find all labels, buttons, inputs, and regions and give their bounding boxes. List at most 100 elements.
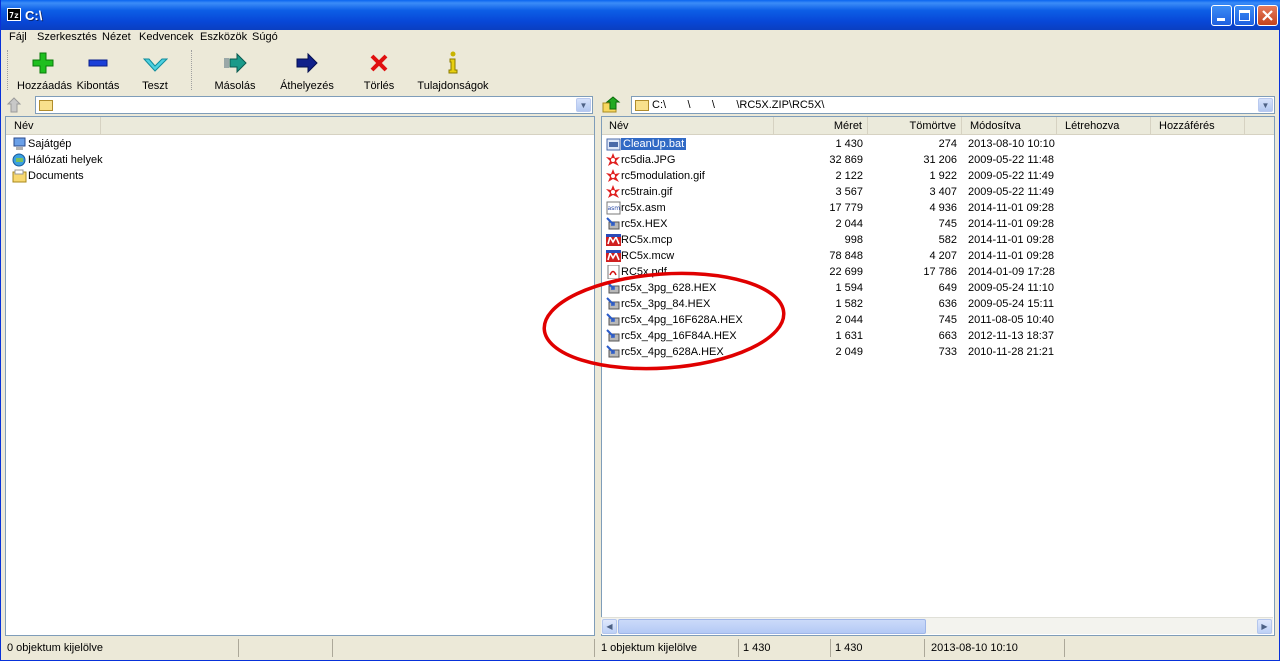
scroll-left-icon[interactable]: ◀ bbox=[602, 619, 617, 634]
table-row[interactable]: rc5x_4pg_16F84A.HEX 1 631 663 2012-11-13 18… bbox=[602, 328, 1274, 344]
file-size: 1 430 bbox=[835, 138, 863, 150]
file-modified: 2014-11-01 09:28 bbox=[968, 234, 1055, 246]
scrollbar-thumb[interactable] bbox=[618, 619, 926, 634]
file-name: rc5dia.JPG bbox=[621, 154, 676, 166]
left-path-combo[interactable]: ▼ bbox=[35, 96, 593, 114]
file-modified: 2009-05-24 15:11 bbox=[968, 298, 1055, 310]
my-computer-icon bbox=[13, 137, 26, 150]
right-file-list[interactable]: Név Méret Tömörtve Módosítva Létrehozva … bbox=[601, 116, 1275, 636]
delete-label: Törlés bbox=[363, 80, 395, 92]
table-row[interactable]: CleanUp.bat 1 430 274 2013-08-10 10:10 bbox=[602, 136, 1274, 152]
menu-help[interactable]: Súgó bbox=[252, 31, 278, 43]
table-row[interactable]: rc5dia.JPG 32 869 31 206 2009-05-22 11:48 bbox=[602, 152, 1274, 168]
folder-icon bbox=[39, 100, 53, 111]
file-name: rc5x_3pg_628.HEX bbox=[621, 282, 717, 294]
file-packed-size: 663 bbox=[938, 330, 957, 342]
column-header-name[interactable]: Név bbox=[602, 117, 774, 135]
title-bar[interactable]: 7z C:\ bbox=[1, 0, 1280, 30]
minimize-icon bbox=[1217, 18, 1225, 21]
hex-icon bbox=[606, 297, 620, 310]
minimize-button[interactable] bbox=[1211, 5, 1232, 26]
app-window: 7z C:\ Fájl Szerkesztés Nézet Kedvencek … bbox=[0, 0, 1280, 661]
left-file-list[interactable]: Név Sajátgép Hálózati helyek Documents bbox=[5, 116, 595, 636]
toolbar-grip[interactable] bbox=[7, 50, 10, 90]
check-icon bbox=[142, 58, 168, 72]
asm-icon: asm bbox=[606, 201, 621, 215]
scroll-right-icon[interactable]: ▶ bbox=[1257, 619, 1272, 634]
table-row[interactable]: RC5x.pdf 22 699 17 786 2014-01-09 17:28 bbox=[602, 264, 1274, 280]
table-row[interactable]: rc5train.gif 3 567 3 407 2009-05-22 11:49 bbox=[602, 184, 1274, 200]
move-button[interactable]: Áthelyezés bbox=[277, 50, 337, 92]
right-path-combo[interactable]: C:\ \ \ \RC5X.ZIP\RC5X\ ▼ bbox=[631, 96, 1275, 114]
file-modified: 2014-11-01 09:28 bbox=[968, 250, 1055, 262]
column-header-name[interactable]: Név bbox=[6, 117, 101, 135]
file-size: 1 582 bbox=[835, 298, 863, 310]
table-row[interactable]: rc5x_4pg_628A.HEX 2 049 733 2010-11-28 21:2… bbox=[602, 344, 1274, 360]
maximize-button[interactable] bbox=[1234, 5, 1255, 26]
file-name: rc5modulation.gif bbox=[621, 170, 705, 182]
table-row[interactable]: RC5x.mcp 998 582 2014-11-01 09:28 bbox=[602, 232, 1274, 248]
menu-view[interactable]: Nézet bbox=[102, 31, 131, 43]
add-button[interactable]: Hozzáadás bbox=[17, 50, 72, 92]
file-size: 2 044 bbox=[835, 218, 863, 230]
table-row[interactable]: asm rc5x.asm 17 779 4 936 2014-11-01 09:28 bbox=[602, 200, 1274, 216]
column-header-modified[interactable]: Módosítva bbox=[962, 117, 1057, 135]
extract-button[interactable]: Kibontás bbox=[75, 50, 121, 92]
window-title: C:\ bbox=[25, 8, 43, 23]
file-size: 3 567 bbox=[835, 186, 863, 198]
image-icon bbox=[606, 153, 620, 166]
hex-icon bbox=[606, 345, 620, 358]
menu-favorites[interactable]: Kedvencek bbox=[139, 31, 193, 43]
file-size: 2 122 bbox=[835, 170, 863, 182]
table-row[interactable]: rc5x_3pg_84.HEX 1 582 636 2009-05-24 15:11 bbox=[602, 296, 1274, 312]
folder-icon bbox=[635, 100, 649, 111]
right-up-button[interactable] bbox=[601, 96, 623, 114]
network-places-icon bbox=[12, 153, 26, 167]
file-name: RC5x.pdf bbox=[621, 266, 667, 278]
column-header-created[interactable]: Létrehozva bbox=[1057, 117, 1151, 135]
extract-label: Kibontás bbox=[76, 80, 120, 92]
test-button[interactable]: Teszt bbox=[133, 50, 177, 92]
column-header-size[interactable]: Méret bbox=[774, 117, 868, 135]
table-row[interactable]: rc5x_4pg_16F628A.HEX 2 044 745 2011-08-05 1… bbox=[602, 312, 1274, 328]
chevron-down-icon[interactable]: ▼ bbox=[1258, 98, 1273, 112]
table-row[interactable]: rc5modulation.gif 2 122 1 922 2009-05-22 11… bbox=[602, 168, 1274, 184]
file-name: rc5x_4pg_16F628A.HEX bbox=[621, 314, 743, 326]
file-packed-size: 636 bbox=[938, 298, 957, 310]
list-item[interactable]: Hálózati helyek bbox=[6, 152, 594, 168]
properties-button[interactable]: Tulajdonságok bbox=[413, 50, 493, 92]
properties-label: Tulajdonságok bbox=[417, 80, 489, 92]
copy-button[interactable]: Másolás bbox=[210, 50, 260, 92]
file-packed-size: 274 bbox=[938, 138, 957, 150]
delete-button[interactable]: Törlés bbox=[357, 50, 401, 92]
menu-tools[interactable]: Eszközök bbox=[200, 31, 247, 43]
image-icon bbox=[606, 185, 620, 198]
right-status-packed: 1 430 bbox=[831, 639, 925, 657]
file-modified: 2009-05-24 11:10 bbox=[968, 282, 1055, 294]
table-row[interactable]: rc5x.HEX 2 044 745 2014-11-01 09:28 bbox=[602, 216, 1274, 232]
close-button[interactable] bbox=[1257, 5, 1278, 26]
table-row[interactable]: RC5x.mcw 78 848 4 207 2014-11-01 09:28 bbox=[602, 248, 1274, 264]
plus-icon bbox=[32, 52, 54, 74]
file-name: rc5x_4pg_628A.HEX bbox=[621, 346, 724, 358]
menu-edit[interactable]: Szerkesztés bbox=[37, 31, 97, 43]
list-item[interactable]: Documents bbox=[6, 168, 594, 184]
left-status-bar: 0 objektum kijelölve bbox=[3, 639, 595, 657]
hex-icon bbox=[606, 217, 620, 230]
right-status-cell bbox=[1065, 639, 1277, 657]
left-up-button[interactable] bbox=[5, 96, 27, 114]
file-packed-size: 745 bbox=[938, 314, 957, 326]
table-row[interactable]: rc5x_3pg_628.HEX 1 594 649 2009-05-24 11:10 bbox=[602, 280, 1274, 296]
list-item[interactable]: Sajátgép bbox=[6, 136, 594, 152]
menu-file[interactable]: Fájl bbox=[9, 31, 27, 43]
horizontal-scrollbar[interactable]: ◀ ▶ bbox=[601, 617, 1273, 634]
svg-text:asm: asm bbox=[608, 205, 621, 212]
toolbar-grip[interactable] bbox=[191, 50, 194, 90]
right-path-text: C:\ \ \ \RC5X.ZIP\RC5X\ bbox=[652, 99, 825, 111]
right-path-bar: C:\ \ \ \RC5X.ZIP\RC5X\ ▼ bbox=[601, 96, 1275, 114]
folder-up-icon bbox=[6, 97, 22, 113]
file-size: 17 779 bbox=[829, 202, 863, 214]
column-header-packed[interactable]: Tömörtve bbox=[868, 117, 962, 135]
chevron-down-icon[interactable]: ▼ bbox=[576, 98, 591, 112]
column-header-accessed[interactable]: Hozzáférés bbox=[1151, 117, 1245, 135]
